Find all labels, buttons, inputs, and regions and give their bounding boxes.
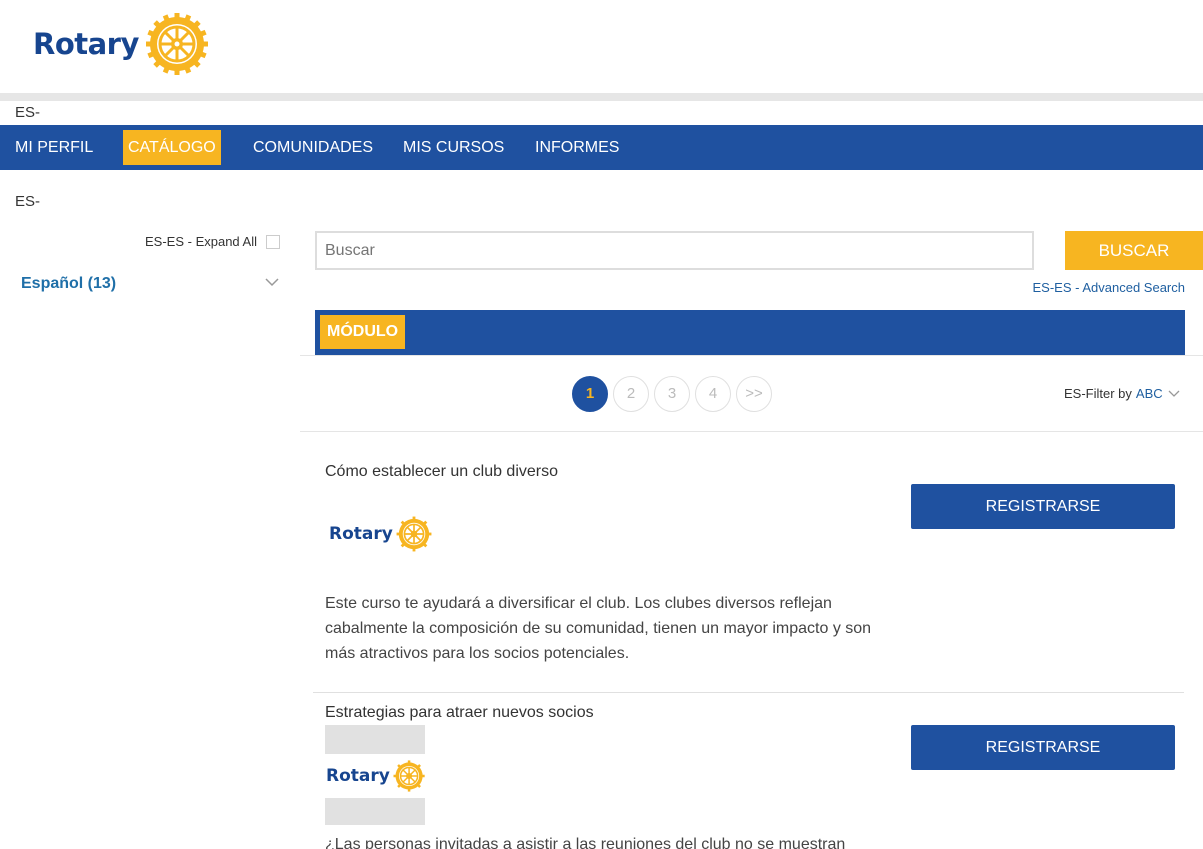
site-header: Rotary — [0, 0, 1203, 93]
nav-item-mi-perfil[interactable]: MI PERFIL — [10, 130, 98, 165]
main-nav: MI PERFIL CATÁLOGO COMUNIDADES MIS CURSO… — [0, 125, 1203, 170]
pagination: 1 2 3 4 >> — [572, 376, 777, 412]
thumbnail-logo: Rotary — [325, 754, 425, 798]
module-tab-bar: MÓDULO — [315, 310, 1185, 355]
chevron-down-icon — [1168, 390, 1180, 397]
advanced-search-link[interactable]: ES-ES - Advanced Search — [1033, 280, 1185, 295]
thumbnail-logo-text: Rotary — [326, 766, 390, 786]
course-thumbnail[interactable]: Rotary — [325, 725, 425, 825]
logo-text: Rotary — [33, 27, 139, 61]
nav-item-informes[interactable]: INFORMES — [530, 130, 624, 165]
rotary-wheel-icon — [145, 13, 208, 75]
page-button-2[interactable]: 2 — [613, 376, 649, 412]
nav-item-comunidades[interactable]: COMUNIDADES — [248, 130, 378, 165]
divider — [300, 431, 1203, 432]
header-divider — [0, 93, 1203, 101]
expand-all-checkbox[interactable] — [266, 235, 280, 249]
chevron-down-icon[interactable] — [264, 276, 280, 288]
divider — [300, 355, 1203, 356]
page-button-next[interactable]: >> — [736, 376, 772, 412]
nav-item-mis-cursos[interactable]: MIS CURSOS — [398, 130, 509, 165]
register-button[interactable]: REGISTRARSE — [911, 725, 1175, 770]
course-description: ¿Las personas invitadas a asistir a las … — [325, 836, 846, 849]
locale-label: ES- — [15, 193, 41, 210]
course-description: Este curso te ayudará a diversificar el … — [325, 595, 872, 662]
page-button-4[interactable]: 4 — [695, 376, 731, 412]
search-button[interactable]: BUSCAR — [1065, 231, 1203, 270]
locale-label: ES- — [15, 104, 41, 121]
course-title[interactable]: Estrategias para atraer nuevos socios — [325, 704, 594, 722]
facet-espanol[interactable]: Español (13) — [21, 275, 116, 293]
register-button[interactable]: REGISTRARSE — [911, 484, 1175, 529]
rotary-logo[interactable]: Rotary — [33, 12, 209, 76]
page-button-3[interactable]: 3 — [654, 376, 690, 412]
course-thumbnail[interactable]: Rotary — [329, 516, 432, 552]
rotary-wheel-icon — [396, 516, 432, 552]
rotary-wheel-icon — [393, 760, 425, 792]
filter-value[interactable]: ABC — [1136, 386, 1163, 401]
tab-modulo[interactable]: MÓDULO — [320, 315, 406, 349]
thumbnail-logo-text: Rotary — [329, 524, 393, 544]
course-title[interactable]: Cómo establecer un club diverso — [325, 463, 558, 481]
page-button-1[interactable]: 1 — [572, 376, 608, 412]
divider — [313, 692, 1184, 693]
filter-control[interactable]: ES-Filter by ABC — [1064, 386, 1180, 401]
search-input[interactable] — [315, 231, 1034, 270]
filter-label: ES-Filter by — [1064, 386, 1132, 401]
expand-all-label: ES-ES - Expand All — [145, 234, 257, 249]
nav-item-catalogo[interactable]: CATÁLOGO — [123, 130, 221, 165]
